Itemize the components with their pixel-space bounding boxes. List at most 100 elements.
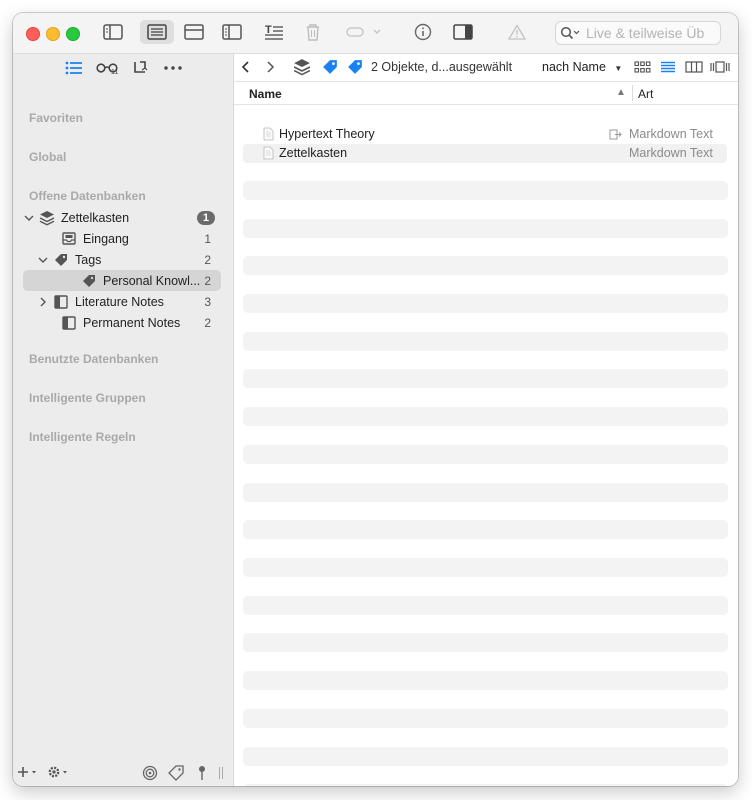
file-row[interactable]: Zettelkasten Markdown Text [243,144,727,163]
view-columns-button[interactable] [218,20,246,44]
path-database-button[interactable] [292,57,312,77]
search-icon [560,26,580,40]
file-row[interactable]: Hypertext Theory Markdown Text [243,125,727,144]
tag-outline-icon [168,765,184,781]
pin-icon [199,766,205,780]
file-kind: Markdown Text [629,127,713,141]
info-button[interactable] [412,20,434,44]
drag-handle-icon [219,767,223,779]
sidebar-item-eingang[interactable]: Eingang 1 [23,228,221,249]
sidebar-item-label: Personal Knowl... [103,273,201,288]
empty-row [243,633,728,652]
path-bar: 2 Objekte, d...ausgewählt nach Name ▼ [234,54,738,82]
database-stack-icon [39,210,55,226]
add-menu-button[interactable] [17,765,39,782]
empty-row [243,558,728,577]
list-view-icon [147,24,167,40]
sort-ascending-icon[interactable]: ▲ [616,87,626,98]
empty-row [243,445,728,464]
path-tag-button[interactable] [345,57,365,77]
import-icon [133,61,147,73]
sidebar-tabs: 11 [13,54,233,82]
sidebar-icon [103,24,123,40]
tag-icon [348,60,362,74]
column-header: Name ▲ Art [234,82,738,105]
view-list-button[interactable] [140,20,174,44]
toggle-sidebar-button[interactable] [99,20,127,44]
sidebar-item-zettelkasten[interactable]: Zettelkasten 1 [23,207,221,228]
column-name-header[interactable]: Name [249,87,282,101]
tag-icon [323,60,337,74]
tab-more[interactable] [156,56,189,80]
tab-import[interactable] [123,56,156,80]
format-text-button[interactable]: T [261,20,287,44]
view-split-button[interactable] [180,20,208,44]
tab-reading-list[interactable]: 11 [90,56,123,80]
minimize-window-button[interactable] [46,27,60,41]
disclosure-closed-icon[interactable] [37,297,49,307]
section-global[interactable]: Global [29,150,66,164]
empty-row [243,784,728,786]
section-used-databases[interactable]: Benutzte Datenbanken [29,352,158,366]
markdown-document-icon [263,127,274,141]
cover-flow-button[interactable] [709,57,731,77]
inspector-icon [453,24,473,40]
empty-row [243,181,728,200]
tab-navigate[interactable] [57,56,90,80]
delete-button[interactable] [302,20,324,44]
column-view-button[interactable] [683,57,705,77]
label-dropdown[interactable] [345,20,385,44]
close-window-button[interactable] [26,27,40,41]
back-button[interactable] [237,57,255,77]
search-field[interactable]: Live & teilweise Üb [555,21,721,45]
action-menu-button[interactable] [47,765,71,782]
pin-button[interactable] [197,765,207,784]
zoom-window-button[interactable] [66,27,80,41]
disclosure-open-icon[interactable] [23,214,35,222]
sidebar-item-personal-knowledge[interactable]: Personal Knowl... 2 [23,270,221,291]
plus-icon [18,767,36,777]
tag-filter-button[interactable] [168,765,184,784]
sort-dropdown[interactable]: nach Name ▼ [542,60,622,74]
sidebar-item-label: Permanent Notes [83,315,181,330]
sidebar-item-permanent-notes[interactable]: Permanent Notes 2 [23,312,221,333]
empty-row [243,709,728,728]
disclosure-open-icon[interactable] [37,256,49,264]
resize-handle[interactable] [218,766,224,783]
sidebar-item-label: Zettelkasten [61,210,130,225]
toggle-inspector-button[interactable] [451,20,475,44]
trash-icon [307,24,319,41]
path-tags-button[interactable] [320,57,340,77]
grid-icon [633,61,650,73]
column-divider[interactable] [632,85,633,101]
selection-status: 2 Objekte, d...ausgewählt [371,60,513,74]
section-smart-groups[interactable]: Intelligente Gruppen [29,391,146,405]
icon-view-button[interactable] [632,57,652,77]
search-placeholder: Live & teilweise Üb [586,25,705,41]
columns-view-icon [222,24,242,40]
item-count: 2 [204,315,211,330]
forward-button[interactable] [261,57,279,77]
list-view-button[interactable] [657,57,679,77]
warning-button[interactable] [506,20,528,44]
sidebar-item-literature-notes[interactable]: Literature Notes 3 [23,291,221,312]
more-icon [163,66,182,70]
column-kind-header[interactable]: Art [638,87,653,101]
info-icon [414,23,432,41]
item-count: 1 [204,231,211,246]
database-stack-icon [293,59,311,76]
section-smart-rules[interactable]: Intelligente Regeln [29,430,136,444]
section-open-databases[interactable]: Offene Datenbanken [29,189,146,203]
tag-icon [81,273,97,289]
target-icon [142,765,158,781]
tag-icon [53,252,69,268]
sidebar-item-label: Literature Notes [75,294,164,309]
section-favorites[interactable]: Favoriten [29,111,83,125]
sidebar-item-tags[interactable]: Tags 2 [23,249,221,270]
gear-icon [48,766,67,778]
sidebar-item-label: Tags [75,252,102,267]
link-out-icon [609,129,622,140]
target-button[interactable] [142,765,158,784]
cover-flow-icon [710,61,730,73]
list-lines-icon [661,61,675,73]
